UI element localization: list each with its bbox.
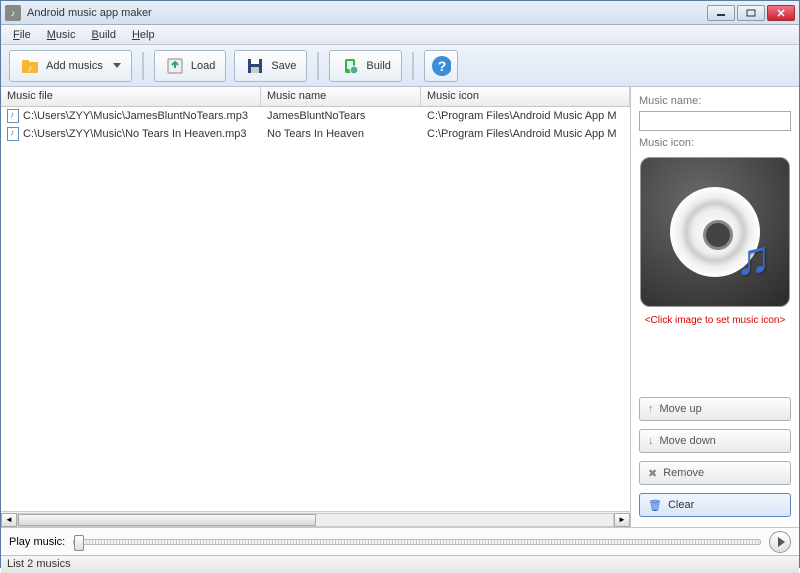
scroll-thumb[interactable] [18,514,316,526]
menu-build[interactable]: Build [83,27,123,43]
add-musics-button[interactable]: ♪ Add musics [9,50,132,82]
help-icon: ? [431,56,451,76]
clear-button[interactable]: 🗑Clear [639,493,791,517]
load-button[interactable]: Load [154,50,226,82]
seek-thumb[interactable] [74,535,84,551]
audio-file-icon [7,109,19,123]
scroll-track[interactable] [17,513,614,527]
svg-text:♪: ♪ [28,63,33,73]
menu-music[interactable]: Music [39,27,84,43]
scroll-right-arrow[interactable]: ► [614,513,630,527]
audio-file-icon [7,127,19,141]
close-button[interactable] [767,5,795,21]
app-icon: ♪ [5,5,21,21]
move-up-button[interactable]: ↑Move up [639,397,791,421]
seek-slider[interactable] [73,539,761,545]
menu-help[interactable]: Help [124,27,163,43]
table-header: Music file Music name Music icon [1,87,630,107]
menu-file[interactable]: File [5,27,39,43]
table-body[interactable]: C:\Users\ZYY\Music\JamesBluntNoTears.mp3… [1,107,630,511]
build-icon [340,56,360,76]
svg-text:?: ? [438,58,447,74]
details-pane: Music name: Music icon: ♫ <Click image t… [631,87,799,527]
music-note-icon: ♫ [735,231,771,286]
music-folder-icon: ♪ [20,56,40,76]
remove-button[interactable]: ✖Remove [639,461,791,485]
load-label: Load [191,60,215,72]
table-row[interactable]: C:\Users\ZYY\Music\JamesBluntNoTears.mp3… [1,107,630,125]
table-row[interactable]: C:\Users\ZYY\Music\No Tears In Heaven.mp… [1,125,630,143]
music-list-pane: Music file Music name Music icon C:\User… [1,87,631,527]
col-music-name[interactable]: Music name [261,87,421,106]
status-text: List 2 musics [7,558,71,570]
col-music-icon[interactable]: Music icon [421,87,630,106]
window-title: Android music app maker [27,7,707,19]
toolbar-separator [317,52,319,80]
titlebar: ♪ Android music app maker [1,1,799,25]
build-label: Build [366,60,390,72]
maximize-button[interactable] [737,5,765,21]
dropdown-caret-icon [113,63,121,68]
icon-hint: <Click image to set music icon> [639,315,791,326]
playbar: Play music: [1,527,799,555]
scroll-left-arrow[interactable]: ◄ [1,513,17,527]
play-button[interactable] [769,531,791,553]
move-down-button[interactable]: ↓Move down [639,429,791,453]
add-musics-label: Add musics [46,60,103,72]
music-name-input[interactable] [639,111,791,131]
music-name-label: Music name: [639,95,791,107]
play-music-label: Play music: [9,536,65,548]
toolbar: ♪ Add musics Load Save Build ? [1,45,799,87]
menubar: File Music Build Help [1,25,799,45]
build-button[interactable]: Build [329,50,401,82]
music-icon-label: Music icon: [639,137,791,149]
arrow-down-icon: ↓ [648,435,654,447]
music-icon-preview[interactable]: ♫ [640,157,790,307]
remove-icon: ✖ [648,467,657,480]
statusbar: List 2 musics [1,555,799,573]
play-icon [778,537,785,547]
arrow-up-icon: ↑ [648,403,654,415]
toolbar-separator [412,52,414,80]
minimize-button[interactable] [707,5,735,21]
horizontal-scrollbar[interactable]: ◄ ► [1,511,630,527]
col-music-file[interactable]: Music file [1,87,261,106]
load-icon [165,56,185,76]
save-label: Save [271,60,296,72]
help-button[interactable]: ? [424,50,458,82]
clear-icon: 🗑 [648,499,662,512]
save-button[interactable]: Save [234,50,307,82]
save-icon [245,56,265,76]
toolbar-separator [142,52,144,80]
